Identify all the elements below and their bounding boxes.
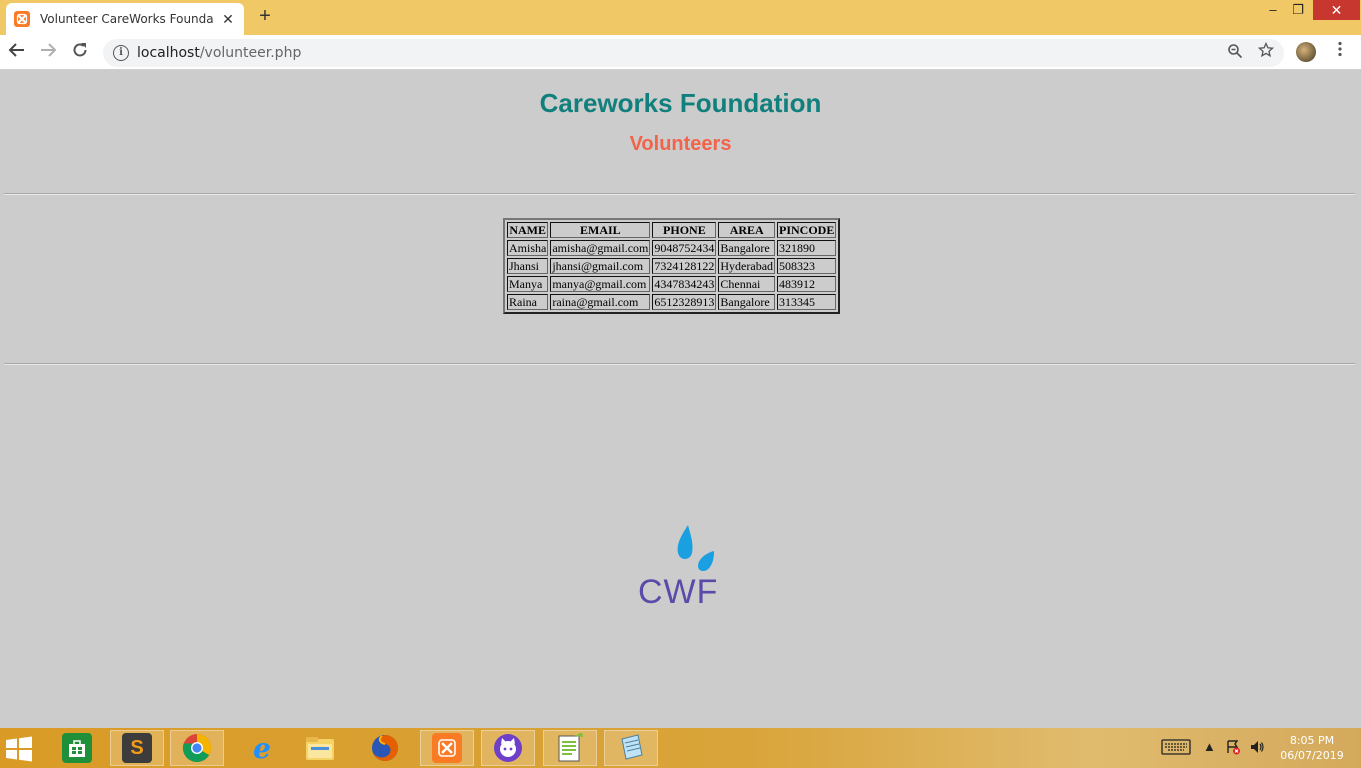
tab-title: Volunteer CareWorks Foundation [40, 12, 214, 26]
column-header-name: NAME [507, 222, 549, 238]
cell-pincode: 508323 [777, 258, 837, 274]
cell-pincode: 483912 [777, 276, 837, 292]
browser-titlebar: Volunteer CareWorks Foundation ✕ + – ❐ ✕ [0, 0, 1361, 35]
start-windows-icon[interactable] [5, 736, 33, 762]
taskbar-github-desktop-icon[interactable] [481, 730, 535, 766]
taskbar-store-icon[interactable] [50, 730, 104, 766]
column-header-pincode: PINCODE [777, 222, 837, 238]
forward-arrow-icon[interactable] [36, 41, 60, 65]
back-arrow-icon[interactable] [5, 41, 29, 65]
page-subtitle: Volunteers [629, 133, 732, 155]
cell-phone: 4347834243 [652, 276, 717, 292]
volume-icon[interactable] [1248, 739, 1266, 757]
page-title: Careworks Foundation [539, 88, 822, 118]
keyboard-icon[interactable] [1160, 739, 1192, 757]
system-clock[interactable]: 8:05 PM 06/07/2019 [1272, 733, 1352, 763]
table-row: Manya manya@gmail.com 4347834243 Chennai… [507, 276, 837, 292]
table-row: Raina raina@gmail.com 6512328913 Bangalo… [507, 294, 837, 310]
logo-text: CWF [638, 573, 718, 607]
xampp-favicon-icon [14, 11, 30, 27]
browser-tab[interactable]: Volunteer CareWorks Foundation ✕ [6, 3, 244, 35]
profile-avatar[interactable] [1296, 42, 1316, 62]
window-restore-button[interactable]: ❐ [1286, 0, 1310, 20]
browser-toolbar: i localhost/volunteer.php [0, 35, 1361, 70]
table-header-row: NAME EMAIL PHONE AREA PINCODE [507, 222, 837, 238]
cwf-logo: CWF [636, 525, 720, 611]
site-info-icon[interactable]: i [113, 45, 129, 61]
column-header-email: EMAIL [550, 222, 651, 238]
cell-name: Jhansi [507, 258, 549, 274]
new-tab-button[interactable]: + [255, 5, 275, 27]
show-hidden-icons-icon[interactable]: ▲ [1203, 739, 1216, 757]
divider-top [4, 193, 1355, 195]
divider-bottom [4, 363, 1355, 365]
column-header-phone: PHONE [652, 222, 717, 238]
cell-area: Hyderabad [718, 258, 776, 274]
page-content: Careworks Foundation Volunteers NAME EMA… [0, 71, 1361, 728]
cell-pincode: 321890 [777, 240, 837, 256]
cell-email: manya@gmail.com [550, 276, 651, 292]
taskbar-xampp-icon[interactable] [420, 730, 474, 766]
cell-name: Raina [507, 294, 549, 310]
url-text[interactable]: localhost/volunteer.php [137, 45, 301, 61]
address-bar[interactable]: i localhost/volunteer.php [103, 39, 1284, 67]
cell-phone: 7324128122 [652, 258, 717, 274]
tab-close-icon[interactable]: ✕ [220, 11, 236, 28]
table-row: Jhansi jhansi@gmail.com 7324128122 Hyder… [507, 258, 837, 274]
browser-menu-icon[interactable] [1330, 41, 1350, 65]
taskbar-sublime-text-icon[interactable]: S [110, 730, 164, 766]
window-minimize-button[interactable]: – [1261, 0, 1285, 20]
cell-email: raina@gmail.com [550, 294, 651, 310]
taskbar-file-explorer-icon[interactable] [293, 730, 347, 766]
window-close-button[interactable]: ✕ [1313, 0, 1360, 20]
taskbar-notepad-plus-icon[interactable] [543, 730, 597, 766]
taskbar-internet-explorer-icon[interactable]: e [235, 730, 289, 766]
cell-email: amisha@gmail.com [550, 240, 651, 256]
zoom-icon[interactable] [1225, 43, 1245, 63]
table-row: Amisha amisha@gmail.com 9048752434 Banga… [507, 240, 837, 256]
url-host: localhost [137, 45, 200, 61]
windows-taskbar: S e ▲ 8:05 PM 06/07/2019 [0, 728, 1361, 768]
url-path: /volunteer.php [199, 45, 302, 61]
cell-name: Amisha [507, 240, 549, 256]
bookmark-star-icon[interactable] [1256, 41, 1276, 62]
reload-icon[interactable] [68, 41, 92, 65]
cell-pincode: 313345 [777, 294, 837, 310]
volunteers-table: NAME EMAIL PHONE AREA PINCODE Amisha ami… [503, 218, 841, 314]
cell-area: Bangalore [718, 240, 776, 256]
cell-area: Bangalore [718, 294, 776, 310]
taskbar-notepad-icon[interactable] [604, 730, 658, 766]
cell-name: Manya [507, 276, 549, 292]
network-status-icon[interactable] [1224, 739, 1242, 757]
cell-phone: 6512328913 [652, 294, 717, 310]
cell-phone: 9048752434 [652, 240, 717, 256]
clock-date: 06/07/2019 [1280, 749, 1344, 762]
cell-email: jhansi@gmail.com [550, 258, 651, 274]
cell-area: Chennai [718, 276, 776, 292]
clock-time: 8:05 PM [1289, 734, 1335, 747]
taskbar-chrome-icon[interactable] [170, 730, 224, 766]
column-header-area: AREA [718, 222, 776, 238]
taskbar-firefox-icon[interactable] [358, 730, 412, 766]
